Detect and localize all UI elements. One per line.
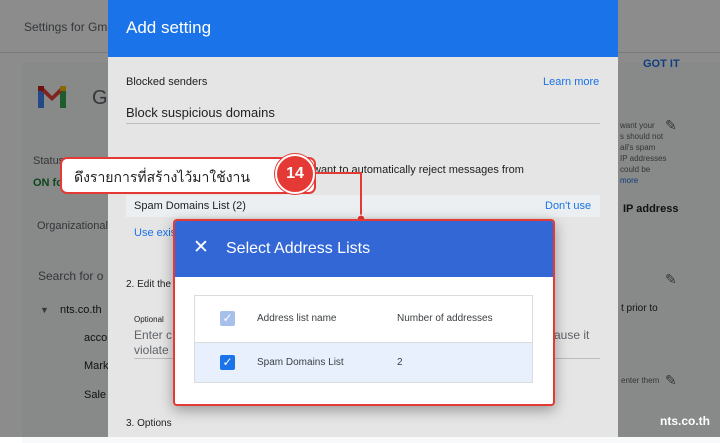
select-all-checkbox[interactable]: ✓ — [220, 311, 235, 326]
table-header: ✓ Address list name Number of addresses — [195, 296, 532, 343]
dialog-title: Select Address Lists — [226, 240, 371, 257]
table-row[interactable]: ✓ Spam Domains List 2 — [195, 343, 532, 382]
address-lists-table: ✓ Address list name Number of addresses … — [194, 295, 533, 383]
close-icon[interactable]: ✕ — [193, 238, 209, 258]
dialog-header: ✕ Select Address Lists — [175, 221, 553, 277]
row-address-count: 2 — [397, 357, 403, 368]
select-address-lists-dialog: ✕ Select Address Lists ✓ Address list na… — [173, 219, 555, 406]
row-checkbox[interactable]: ✓ — [220, 355, 235, 370]
column-header-name: Address list name — [257, 313, 337, 324]
row-list-name: Spam Domains List — [257, 357, 344, 368]
step-badge: 14 — [275, 154, 315, 194]
column-header-count: Number of addresses — [397, 313, 493, 324]
callout-text: ดึงรายการที่สร้างไว้มาใช้งาน — [74, 169, 250, 185]
watermark: nts.co.th — [660, 414, 710, 428]
